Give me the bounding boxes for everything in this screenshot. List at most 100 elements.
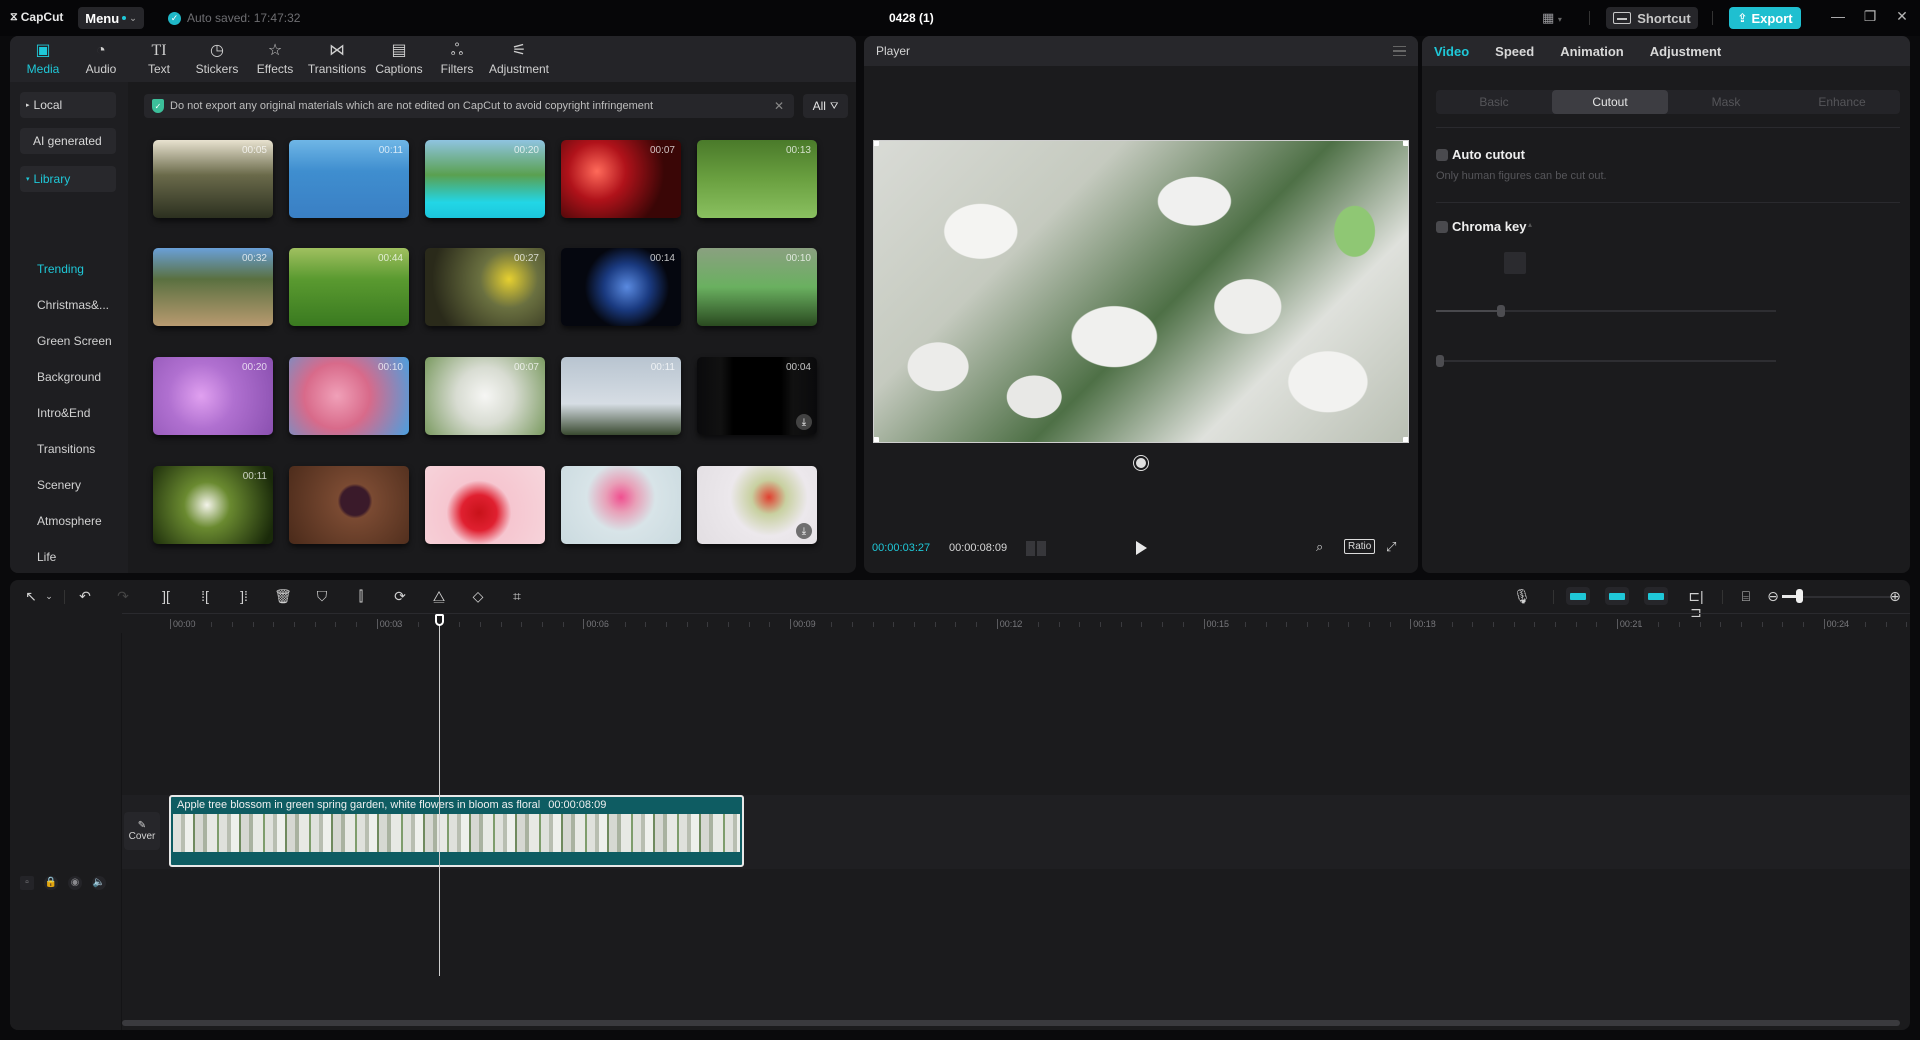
color-picker[interactable]: [1504, 252, 1526, 274]
media-thumbnail[interactable]: 00:07: [425, 357, 545, 435]
media-thumbnail[interactable]: 00:20: [425, 140, 545, 218]
media-thumbnail[interactable]: [425, 466, 545, 544]
rotate-icon[interactable]: [1133, 455, 1149, 471]
category-background[interactable]: Background: [37, 370, 101, 384]
category-trending[interactable]: Trending: [37, 262, 84, 276]
sidebar-item-local[interactable]: ▸ Local: [20, 92, 116, 118]
tab-filters[interactable]: ஃ Filters: [428, 36, 486, 82]
media-thumbnail[interactable]: [289, 466, 409, 544]
category-christmas[interactable]: Christmas&...: [37, 298, 109, 312]
tab-adjustment[interactable]: ⚟ Adjustment: [486, 36, 552, 82]
tab-audio[interactable]: ◔ Audio: [72, 36, 130, 82]
tab-stickers[interactable]: ◷ Stickers: [188, 36, 246, 82]
horizontal-scrollbar[interactable]: [122, 1020, 1900, 1026]
resize-handle[interactable]: [1403, 141, 1408, 146]
zoom-in-icon[interactable]: ⊕: [1886, 588, 1904, 604]
intensity-slider-knob[interactable]: [1496, 305, 1505, 317]
tab-video[interactable]: Video: [1434, 44, 1469, 59]
resize-handle[interactable]: [1403, 437, 1408, 442]
tab-media[interactable]: ▣ Media: [14, 36, 72, 82]
tab-speed[interactable]: Speed: [1495, 44, 1534, 59]
linkage-toggle[interactable]: [1644, 587, 1668, 605]
microphone-icon[interactable]: 🎙: [1513, 588, 1531, 604]
delete-icon[interactable]: 🗑: [274, 588, 292, 604]
chroma-key-checkbox[interactable]: [1436, 221, 1448, 233]
zoom-out-icon[interactable]: ⊖: [1764, 588, 1782, 604]
close-icon[interactable]: ✕: [774, 99, 784, 113]
audio-icon[interactable]: 🔈: [92, 876, 106, 890]
subtab-basic[interactable]: Basic: [1436, 90, 1552, 114]
resize-handle[interactable]: [874, 437, 879, 442]
mirror-icon[interactable]: ⧋: [430, 588, 448, 604]
media-thumbnail[interactable]: 00:13: [697, 140, 817, 218]
main-track-magnet-toggle[interactable]: [1566, 587, 1590, 605]
select-cursor-icon[interactable]: ↖: [22, 588, 40, 604]
sidebar-item-library[interactable]: ▾ Library: [20, 166, 116, 192]
fullscreen-icon[interactable]: ⤢: [1386, 539, 1396, 555]
menu-icon[interactable]: [1393, 46, 1406, 56]
playhead-handle[interactable]: [435, 614, 444, 626]
download-icon[interactable]: ⤓: [796, 414, 812, 430]
tab-effects[interactable]: ☆ Effects: [246, 36, 304, 82]
category-transitions[interactable]: Transitions: [37, 442, 95, 456]
media-thumbnail[interactable]: 00:20: [153, 357, 273, 435]
zoom-to-fit-icon[interactable]: ⌸: [1737, 588, 1755, 604]
auto-snap-toggle[interactable]: [1605, 587, 1629, 605]
filter-button[interactable]: All ⛛: [803, 94, 848, 118]
media-thumbnail[interactable]: 00:05: [153, 140, 273, 218]
play-button[interactable]: [1136, 541, 1147, 555]
chevron-down-icon[interactable]: ⌄: [40, 588, 58, 604]
restore-button[interactable]: ❐: [1858, 8, 1882, 25]
media-thumbnail[interactable]: 00:07: [561, 140, 681, 218]
category-intro-end[interactable]: Intro&End: [37, 406, 90, 420]
media-thumbnail[interactable]: 00:04 ⤓: [697, 357, 817, 435]
category-life[interactable]: Life: [37, 550, 56, 564]
zoom-slider-knob[interactable]: [1796, 589, 1804, 603]
media-thumbnail[interactable]: 00:14: [561, 248, 681, 326]
zoom-preview-icon[interactable]: ⌕: [1316, 539, 1323, 555]
tab-text[interactable]: TI Text: [130, 36, 188, 82]
tab-transitions[interactable]: ⋈ Transitions: [304, 36, 370, 82]
split-left-icon[interactable]: ⁞[: [196, 588, 214, 604]
playhead[interactable]: [439, 616, 440, 976]
category-green-screen[interactable]: Green Screen: [37, 334, 112, 348]
undo-icon[interactable]: ↶: [76, 588, 94, 604]
media-thumbnail[interactable]: 00:11: [153, 466, 273, 544]
media-thumbnail[interactable]: 00:32: [153, 248, 273, 326]
split-icon[interactable]: ][: [157, 588, 175, 604]
media-thumbnail[interactable]: ⤓: [697, 466, 817, 544]
tab-adjustment[interactable]: Adjustment: [1650, 44, 1722, 59]
timeline-ruler[interactable]: 00:00 00:03 00:06 00:09 00:12 00:15 00:18 00:21…: [122, 613, 1910, 633]
track-thumbnail-icon[interactable]: ▫: [20, 876, 34, 890]
minimize-button[interactable]: —: [1826, 8, 1850, 24]
media-thumbnail[interactable]: 00:27: [425, 248, 545, 326]
media-thumbnail[interactable]: 00:11: [561, 357, 681, 435]
split-right-icon[interactable]: ]⁞: [235, 588, 253, 604]
crop-icon[interactable]: ⌗: [508, 588, 526, 604]
subtab-enhance[interactable]: Enhance: [1784, 90, 1900, 114]
media-thumbnail[interactable]: 00:10: [697, 248, 817, 326]
resize-handle[interactable]: [874, 141, 879, 146]
reverse-icon[interactable]: ⟳: [391, 588, 409, 604]
timecode-grid-icon[interactable]: [1026, 541, 1046, 556]
freeze-icon[interactable]: ⫿: [352, 588, 370, 604]
shadow-slider-track[interactable]: [1436, 360, 1776, 362]
download-icon[interactable]: ⤓: [796, 523, 812, 539]
ratio-button[interactable]: Ratio: [1344, 539, 1376, 554]
lock-icon[interactable]: 🔒: [44, 876, 58, 890]
tab-captions[interactable]: ▤ Captions: [370, 36, 428, 82]
eye-icon[interactable]: ◉: [68, 876, 82, 890]
subtab-mask[interactable]: Mask: [1668, 90, 1784, 114]
layout-button[interactable]: ▦ ▾: [1542, 10, 1562, 26]
cover-button[interactable]: ✎ Cover: [124, 812, 160, 850]
media-thumbnail[interactable]: 00:44: [289, 248, 409, 326]
video-clip[interactable]: Apple tree blossom in green spring garde…: [169, 795, 744, 867]
category-atmosphere[interactable]: Atmosphere: [37, 514, 102, 528]
video-preview[interactable]: [873, 140, 1409, 443]
marker-icon[interactable]: ⛉: [313, 588, 331, 604]
category-scenery[interactable]: Scenery: [37, 478, 81, 492]
redo-icon[interactable]: ↷: [114, 588, 132, 604]
media-thumbnail[interactable]: [561, 466, 681, 544]
shortcut-button[interactable]: Shortcut: [1606, 7, 1698, 29]
media-thumbnail[interactable]: 00:11: [289, 140, 409, 218]
